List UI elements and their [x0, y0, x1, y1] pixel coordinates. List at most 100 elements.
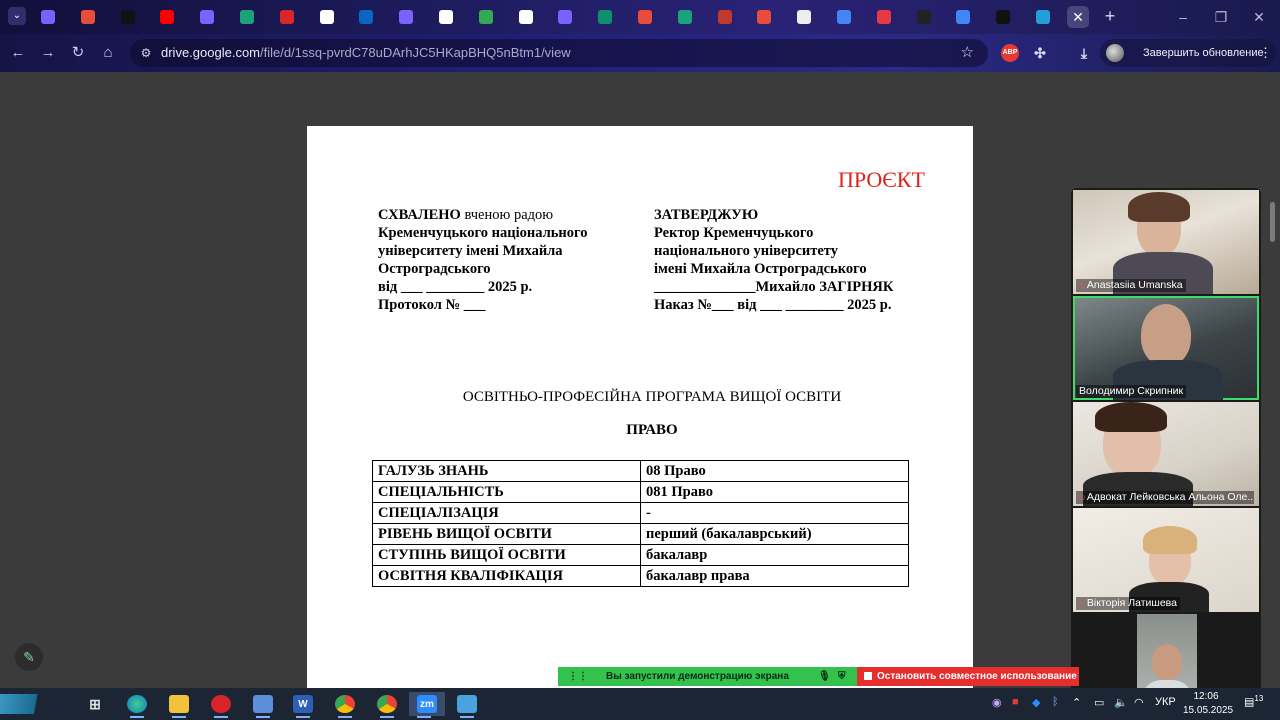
browser-tab[interactable]	[236, 6, 258, 28]
forward-button[interactable]: →	[38, 43, 58, 63]
active-tab[interactable]: ✕	[1067, 6, 1089, 28]
approved-by-rector-block: ЗАТВЕРДЖУЮ Ректор Кременчуцького національ…	[654, 206, 893, 314]
wifi-icon[interactable]: ◠	[1134, 696, 1144, 709]
participant-tile[interactable]: ⦸ Anastasiia Umanska	[1073, 190, 1259, 294]
mic-muted-icon: ⦸	[1079, 492, 1085, 502]
back-button[interactable]: ←	[8, 43, 28, 63]
browser-tab[interactable]	[276, 6, 298, 28]
rector-approval-line: Наказ №___ від ___ ________ 2025 р.	[654, 297, 892, 313]
maximize-button[interactable]: ❐	[1212, 8, 1230, 26]
chrome-icon[interactable]	[330, 692, 360, 718]
browser-tab[interactable]	[435, 6, 457, 28]
browser-tab[interactable]	[952, 6, 974, 28]
browser-tab[interactable]	[793, 6, 815, 28]
reload-button[interactable]: ↻	[68, 43, 88, 63]
address-bar[interactable]: ⚙ drive.google.com/file/d/1ssq-pvrdC78uD…	[130, 39, 988, 67]
table-row: ГАЛУЗЬ ЗНАНЬ 08 Право	[372, 460, 909, 482]
widgets-button[interactable]	[0, 694, 70, 714]
tab-favicon-icon	[200, 10, 215, 24]
browser-tab[interactable]	[475, 6, 497, 28]
mic-icon[interactable]: 🎙	[818, 667, 831, 686]
browser-tab[interactable]	[117, 6, 139, 28]
council-approval-text: СХВАЛЕНО	[378, 207, 461, 223]
browser-tab[interactable]	[355, 6, 377, 28]
scrollbar-thumb[interactable]	[1270, 202, 1275, 242]
stop-icon	[864, 672, 872, 680]
adblock-plus-icon[interactable]: ABP	[1001, 44, 1019, 62]
home-icon[interactable]: ⌂	[98, 43, 118, 63]
profile-avatar[interactable]	[1106, 44, 1124, 62]
screen-share-banner[interactable]: ⋮⋮ Вы запустили демонстрацию экрана 🎙 ⛨	[558, 667, 858, 686]
table-row: СТУПІНЬ ВИЩОЇ ОСВІТИ бакалавр	[372, 544, 909, 566]
browser-tab[interactable]	[714, 6, 736, 28]
browser-tab[interactable]	[395, 6, 417, 28]
tray-app-icon[interactable]: ◉	[992, 696, 1002, 709]
system-clock[interactable]: 12:06 15.05.2025	[1183, 690, 1233, 718]
bookmark-star-icon[interactable]: ☆	[961, 44, 974, 62]
close-window-button[interactable]: ✕	[1250, 8, 1268, 26]
edit-pencil-icon[interactable]: ✎	[15, 643, 43, 671]
zoom-icon[interactable]: zm	[409, 692, 445, 718]
browser-tab[interactable]	[156, 6, 178, 28]
participant-tile[interactable]: ⦸ Адвокат Лейковська Альона Оле...	[1073, 402, 1259, 506]
download-icon[interactable]: ⤓	[1075, 44, 1093, 62]
table-row: ОСВІТНЯ КВАЛІФІКАЦІЯ бакалавр права	[372, 565, 909, 587]
clock-time: 12:06	[1193, 691, 1219, 702]
browser-tab[interactable]	[77, 6, 99, 28]
table-value-cell: бакалавр права	[640, 565, 909, 587]
extensions-puzzle-icon[interactable]: ✣	[1031, 44, 1049, 62]
browser-tab[interactable]	[594, 6, 616, 28]
minimize-button[interactable]: –	[1174, 8, 1192, 26]
table-key-cell: ГАЛУЗЬ ЗНАНЬ	[372, 460, 641, 482]
participant-tile-active-speaker[interactable]: Володимир Скрипник	[1073, 296, 1259, 400]
tray-zoom-icon[interactable]: ◆	[1032, 696, 1040, 709]
finish-update-button[interactable]: Завершить обновление ⋮	[1100, 39, 1276, 67]
participant-name: Володимир Скрипник	[1076, 385, 1187, 398]
rector-approval-line: Ректор Кременчуцького	[654, 225, 814, 241]
url-text[interactable]: drive.google.com/file/d/1ssq-pvrdC78uDAr…	[161, 45, 571, 61]
browser-tab[interactable]	[833, 6, 855, 28]
site-info-icon[interactable]: ⚙	[138, 45, 154, 61]
browser-tab[interactable]	[37, 6, 59, 28]
mic-muted-icon: ⦸	[1079, 598, 1085, 608]
browser-tab[interactable]	[1032, 6, 1054, 28]
file-explorer-icon[interactable]	[164, 692, 194, 718]
tab-search-button[interactable]: ⌄	[8, 7, 26, 25]
council-approval-text-rest: вченою радою	[460, 207, 554, 223]
language-indicator[interactable]: УКР	[1155, 696, 1176, 708]
word-icon[interactable]: W	[288, 692, 318, 718]
grip-icon[interactable]: ⋮⋮	[568, 667, 588, 686]
browser-tab[interactable]	[554, 6, 576, 28]
battery-icon[interactable]: ▭	[1094, 696, 1104, 709]
edge-icon[interactable]	[122, 692, 152, 718]
browser-tab[interactable]	[316, 6, 338, 28]
participant-tile[interactable]: ⦸ Вікторія Латишева	[1073, 508, 1259, 612]
notification-count: 13	[1254, 694, 1264, 703]
chrome-profile-icon[interactable]	[372, 692, 402, 718]
bluetooth-icon[interactable]: ᛒ	[1052, 696, 1059, 708]
new-tab-button[interactable]: +	[1100, 6, 1120, 26]
browser-tab[interactable]	[753, 6, 775, 28]
tab-favicon-icon	[319, 10, 334, 24]
browser-tab[interactable]	[196, 6, 218, 28]
photos-icon[interactable]	[452, 692, 482, 718]
opera-icon[interactable]	[206, 692, 236, 718]
network-app-icon[interactable]	[248, 692, 278, 718]
browser-tab[interactable]	[913, 6, 935, 28]
tray-record-icon[interactable]: ■	[1012, 696, 1019, 708]
volume-icon[interactable]: 🔈	[1114, 696, 1128, 709]
notifications-icon[interactable]: ▤13	[1244, 694, 1263, 709]
council-approval-text: Остроградського	[378, 261, 491, 277]
menu-dots-icon[interactable]: ⋮	[1259, 39, 1272, 67]
browser-tab[interactable]	[992, 6, 1014, 28]
tray-chevron-icon[interactable]: ⌃	[1072, 696, 1081, 709]
browser-tab[interactable]	[674, 6, 696, 28]
council-approval-line: СХВАЛЕНО вченою радою	[378, 206, 588, 224]
task-view-icon[interactable]: ⊞	[80, 692, 110, 716]
close-tab-icon[interactable]: ✕	[1072, 10, 1084, 24]
stop-share-label: Остановить совместное использование	[877, 671, 1077, 682]
browser-tab[interactable]	[634, 6, 656, 28]
stop-share-button[interactable]: Остановить совместное использование	[857, 667, 1079, 686]
browser-tab[interactable]	[515, 6, 537, 28]
browser-tab[interactable]	[873, 6, 895, 28]
